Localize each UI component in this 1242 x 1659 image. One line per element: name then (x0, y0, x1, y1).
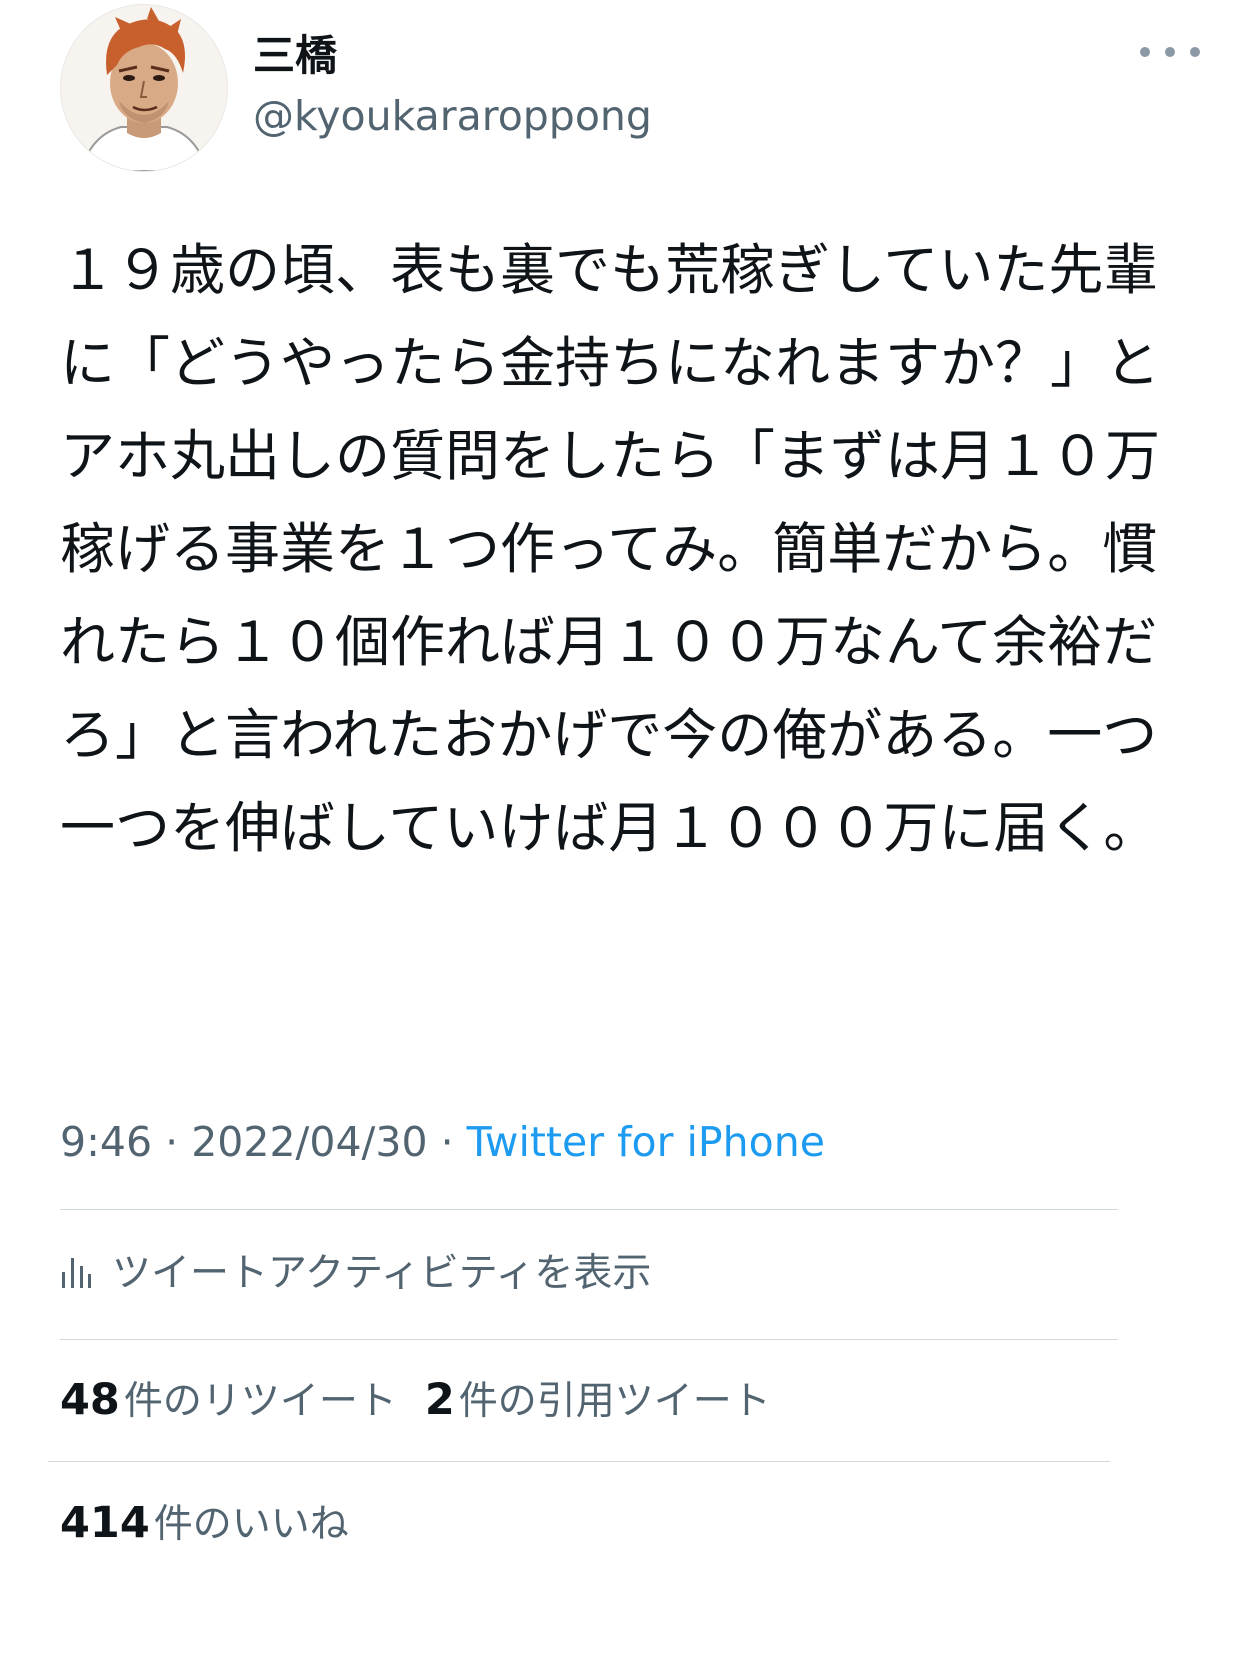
engagement-counts: 48 件のリツイート 2 件の引用ツイート (60, 1370, 771, 1430)
likes-count: 414 (60, 1498, 150, 1548)
tweet-meta: 9:46 · 2022/04/30 · Twitter for iPhone (60, 1112, 825, 1172)
tweet-time[interactable]: 9:46 (60, 1118, 152, 1166)
quotes-count: 2 (424, 1375, 455, 1425)
divider (60, 1339, 1118, 1340)
avatar-illustration (61, 5, 227, 171)
likes-label: 件のいいね (153, 1502, 349, 1547)
quotes-label: 件の引用ツイート (458, 1379, 771, 1424)
tweet-text: １９歳の頃、表も裏でも荒稼ぎしていた先輩に「どうやったら金持ちになれますか？」と… (60, 238, 1161, 860)
meta-separator: · (440, 1118, 454, 1166)
retweets-label: 件のリツイート (123, 1379, 397, 1424)
divider (48, 1461, 1110, 1462)
tweet-activity-label: ツイートアクティビティを表示 (112, 1251, 652, 1296)
quotes-stat[interactable]: 2 件の引用ツイート (425, 1370, 771, 1426)
more-dot-icon (1140, 47, 1150, 57)
avatar[interactable] (60, 4, 228, 172)
tweet-header: 三橋 @kyoukararoppong (60, 0, 1200, 175)
more-dot-icon (1190, 47, 1200, 57)
more-dot-icon (1165, 47, 1175, 57)
tweet-activity-link[interactable]: ツイートアクティビティを表示 (60, 1240, 651, 1300)
retweets-count: 48 (60, 1375, 120, 1425)
tweet-source-link[interactable]: Twitter for iPhone (467, 1118, 825, 1166)
analytics-icon (62, 1258, 91, 1288)
more-options-button[interactable] (1140, 38, 1200, 66)
likes-stat[interactable]: 414 件のいいね (60, 1493, 349, 1553)
display-name[interactable]: 三橋 (253, 30, 337, 82)
tweet-date[interactable]: 2022/04/30 (191, 1118, 427, 1166)
divider (60, 1209, 1118, 1210)
retweets-stat[interactable]: 48 件のリツイート (60, 1370, 397, 1426)
meta-separator: · (165, 1118, 179, 1166)
user-handle[interactable]: @kyoukararoppong (253, 90, 652, 142)
